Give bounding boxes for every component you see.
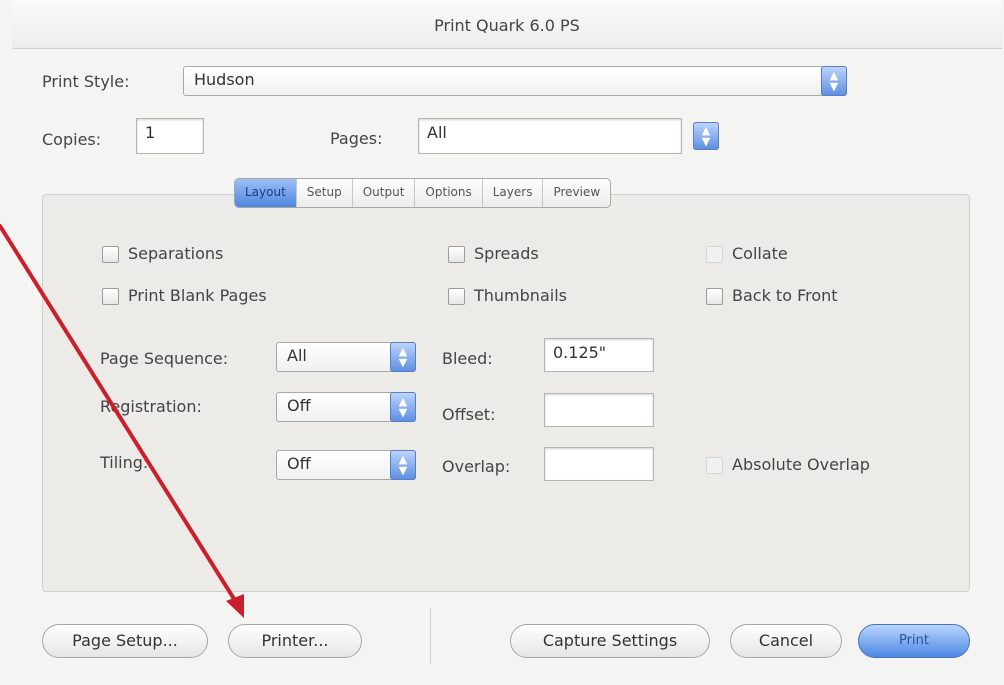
page-sequence-value: All: [287, 346, 307, 365]
print-dialog: Print Quark 6.0 PS Print Style: Hudson ▲…: [0, 0, 1004, 685]
page-sequence-popup[interactable]: All ▲ ▼: [276, 342, 416, 372]
offset-field[interactable]: [544, 393, 654, 427]
collate-checkbox[interactable]: [706, 246, 723, 263]
print-button[interactable]: Print: [858, 624, 970, 658]
tab-bar: Layout Setup Output Options Layers Previ…: [234, 178, 612, 208]
absolute-overlap-checkbox[interactable]: [706, 457, 723, 474]
tab-layout[interactable]: Layout: [235, 179, 297, 207]
spreads-checkbox[interactable]: [448, 246, 465, 263]
capture-settings-button[interactable]: Capture Settings: [510, 624, 710, 658]
window-title: Print Quark 6.0 PS: [434, 16, 580, 35]
print-style-label: Print Style:: [42, 72, 130, 91]
page-sequence-label: Page Sequence:: [100, 349, 229, 368]
bleed-field[interactable]: 0.125": [544, 338, 654, 372]
tiling-arrows-icon: ▲ ▼: [390, 450, 416, 480]
button-separator: [430, 608, 431, 664]
printer-button[interactable]: Printer...: [228, 624, 362, 658]
page-sequence-arrows-icon: ▲ ▼: [390, 342, 416, 372]
registration-value: Off: [287, 396, 311, 415]
registration-arrows-icon: ▲ ▼: [390, 392, 416, 422]
title-bar[interactable]: Print Quark 6.0 PS: [12, 0, 1002, 49]
tab-preview[interactable]: Preview: [543, 179, 610, 207]
tab-setup[interactable]: Setup: [297, 179, 353, 207]
offset-label: Offset:: [442, 405, 496, 424]
overlap-field[interactable]: [544, 447, 654, 481]
separations-label: Separations: [128, 244, 224, 263]
separations-checkbox[interactable]: [102, 246, 119, 263]
copies-field[interactable]: 1: [136, 118, 204, 154]
registration-label: Registration:: [100, 397, 202, 416]
collate-label: Collate: [732, 244, 788, 263]
tiling-value: Off: [287, 454, 311, 473]
tab-layers[interactable]: Layers: [483, 179, 544, 207]
spreads-label: Spreads: [474, 244, 539, 263]
popup-arrows-icon: ▲ ▼: [821, 66, 847, 96]
thumbnails-label: Thumbnails: [474, 286, 567, 305]
absolute-overlap-label: Absolute Overlap: [732, 455, 870, 474]
print-style-popup[interactable]: Hudson ▲ ▼: [183, 66, 847, 96]
tiling-popup[interactable]: Off ▲ ▼: [276, 450, 416, 480]
back-to-front-checkbox[interactable]: [706, 288, 723, 305]
page-setup-button[interactable]: Page Setup...: [42, 624, 208, 658]
pages-popup[interactable]: ▲ ▼: [693, 122, 719, 150]
overlap-label: Overlap:: [442, 457, 511, 476]
copies-label: Copies:: [42, 130, 102, 149]
print-blank-pages-label: Print Blank Pages: [128, 286, 267, 305]
print-style-value: Hudson: [194, 70, 255, 89]
back-to-front-label: Back to Front: [732, 286, 838, 305]
print-blank-pages-checkbox[interactable]: [102, 288, 119, 305]
pages-field[interactable]: All: [418, 118, 682, 154]
pages-label: Pages:: [330, 129, 383, 148]
cancel-button[interactable]: Cancel: [730, 624, 842, 658]
thumbnails-checkbox[interactable]: [448, 288, 465, 305]
bleed-label: Bleed:: [442, 349, 493, 368]
pages-popup-arrows-icon: ▲ ▼: [693, 122, 719, 150]
tab-output[interactable]: Output: [353, 179, 416, 207]
tiling-label: Tiling:: [100, 453, 149, 472]
registration-popup[interactable]: Off ▲ ▼: [276, 392, 416, 422]
tab-options[interactable]: Options: [415, 179, 483, 207]
